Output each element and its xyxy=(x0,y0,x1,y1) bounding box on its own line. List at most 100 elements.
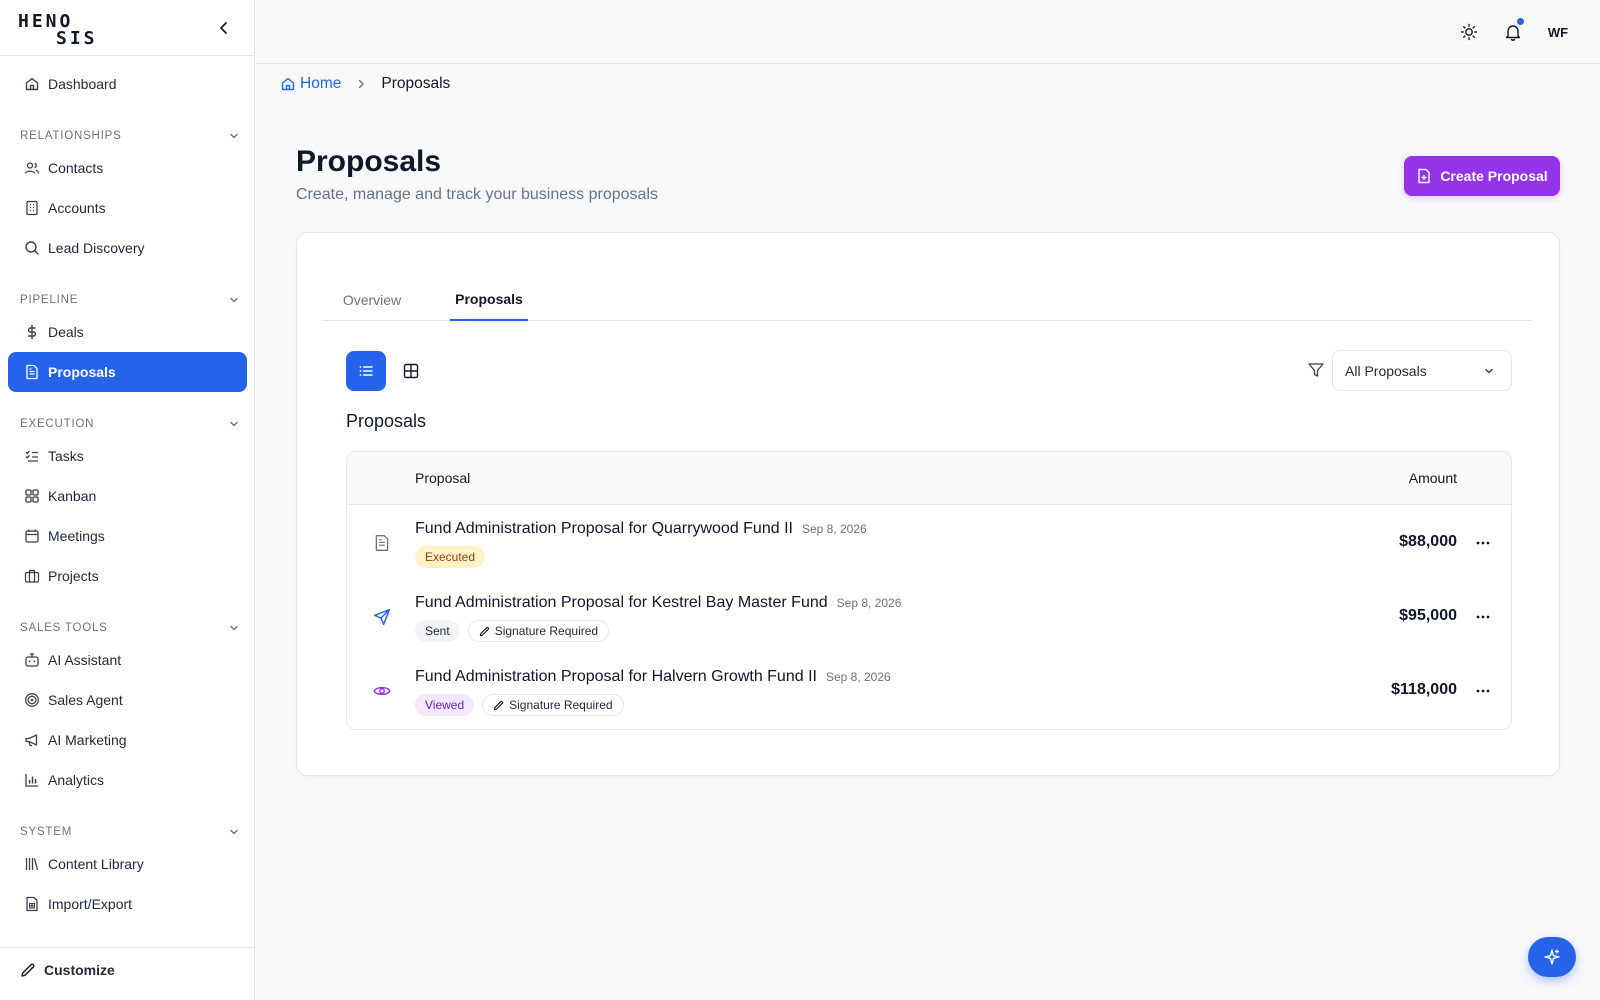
sidebar-item-sales-agent[interactable]: Sales Agent xyxy=(8,680,247,720)
sidebar-item-analytics[interactable]: Analytics xyxy=(8,760,247,800)
sparkles-icon xyxy=(1544,949,1560,965)
sidebar-item-contacts[interactable]: Contacts xyxy=(8,148,247,188)
page-title: Proposals xyxy=(296,145,442,178)
sidebar-item-deals[interactable]: Deals xyxy=(8,312,247,352)
sidebar-item-projects[interactable]: Projects xyxy=(8,556,247,596)
chevron-right-icon xyxy=(355,78,367,90)
sidebar-item-ai-marketing[interactable]: AI Marketing xyxy=(8,720,247,760)
section-sales-tools[interactable]: SALES TOOLS xyxy=(20,620,240,636)
proposal-amount: $118,000 xyxy=(1391,681,1457,698)
collapse-sidebar-button[interactable] xyxy=(214,18,234,38)
tab-proposals[interactable]: Proposals xyxy=(450,279,528,321)
sun-icon xyxy=(1460,23,1478,41)
briefcase-icon xyxy=(24,568,40,584)
proposal-name[interactable]: Fund Administration Proposal for Kestrel… xyxy=(415,594,828,612)
proposal-amount: $95,000 xyxy=(1399,607,1457,624)
sidebar-item-proposals[interactable]: Proposals xyxy=(8,352,247,392)
section-system[interactable]: SYSTEM xyxy=(20,824,240,840)
status-badge: Executed xyxy=(415,546,486,568)
pencil-icon xyxy=(21,963,35,977)
target-icon xyxy=(24,692,40,708)
section-label: EXECUTION xyxy=(20,418,95,430)
more-actions-button[interactable] xyxy=(1473,608,1493,626)
chevron-down-icon xyxy=(230,829,238,835)
grid-view-button[interactable] xyxy=(391,351,431,391)
user-avatar[interactable]: WF xyxy=(1542,16,1574,48)
brand-header: HENO SIS xyxy=(0,0,254,56)
list-icon xyxy=(359,366,373,376)
search-icon xyxy=(24,240,40,256)
more-actions-button[interactable] xyxy=(1473,534,1493,552)
signature-required-label: Signature Required xyxy=(509,698,613,712)
chevron-down-icon xyxy=(230,421,238,427)
sidebar-item-dashboard[interactable]: Dashboard xyxy=(8,64,247,104)
table-row[interactable]: Fund Administration Proposal for Quarryw… xyxy=(347,506,1511,580)
proposal-name[interactable]: Fund Administration Proposal for Halvern… xyxy=(415,668,817,686)
proposals-table: Proposal Amount Fund Administration Prop… xyxy=(346,451,1512,730)
proposal-title-group: Fund Administration Proposal for Quarryw… xyxy=(415,520,867,538)
send-icon xyxy=(373,608,391,626)
sidebar-item-label: Proposals xyxy=(48,364,116,380)
proposal-filter-select[interactable]: All Proposals xyxy=(1332,350,1512,391)
breadcrumb-home[interactable]: Home xyxy=(280,75,341,93)
section-label: SYSTEM xyxy=(20,826,73,838)
sidebar-footer: Customize xyxy=(0,947,255,1000)
create-proposal-button[interactable]: Create Proposal xyxy=(1404,156,1560,196)
dollar-icon xyxy=(24,324,40,340)
sidebar-item-label: Import/Export xyxy=(48,896,133,912)
more-actions-button[interactable] xyxy=(1473,682,1493,700)
badges: Executed xyxy=(415,546,493,568)
notifications-button[interactable] xyxy=(1501,18,1525,44)
proposal-name[interactable]: Fund Administration Proposal for Quarryw… xyxy=(415,520,793,538)
proposal-date: Sep 8, 2026 xyxy=(801,522,867,536)
badges: Viewed Signature Required xyxy=(415,694,632,716)
sidebar-item-label: Dashboard xyxy=(48,76,117,92)
table-grid-icon xyxy=(403,363,419,379)
tab-overview[interactable]: Overview xyxy=(332,279,412,321)
sidebar-item-kanban[interactable]: Kanban xyxy=(8,476,247,516)
filter-selected-value: All Proposals xyxy=(1345,362,1427,379)
section-execution[interactable]: EXECUTION xyxy=(20,416,240,432)
sidebar-item-label: Content Library xyxy=(48,856,144,872)
column-header-proposal: Proposal xyxy=(415,470,471,486)
ai-assistant-fab[interactable] xyxy=(1528,937,1576,977)
more-horizontal-icon xyxy=(1476,615,1490,619)
list-view-button[interactable] xyxy=(346,351,386,391)
sidebar-item-import-export[interactable]: Import/Export xyxy=(8,884,247,924)
home-icon xyxy=(24,76,40,92)
column-header-amount: Amount xyxy=(1408,470,1457,486)
proposal-title-group: Fund Administration Proposal for Halvern… xyxy=(415,668,891,686)
pencil-icon xyxy=(479,626,490,637)
sidebar-item-label: Contacts xyxy=(48,160,104,176)
signature-required-badge: Signature Required xyxy=(482,694,624,716)
library-icon xyxy=(24,856,40,872)
section-pipeline[interactable]: PIPELINE xyxy=(20,292,240,308)
sidebar-item-ai-assistant[interactable]: AI Assistant xyxy=(8,640,247,680)
sidebar-item-accounts[interactable]: Accounts xyxy=(8,188,247,228)
megaphone-icon xyxy=(24,732,40,748)
section-label: PIPELINE xyxy=(20,294,79,306)
signature-required-badge: Signature Required xyxy=(467,620,610,642)
section-relationships[interactable]: RELATIONSHIPS xyxy=(20,128,240,144)
status-badge: Viewed xyxy=(415,694,475,716)
customize-button[interactable]: Customize xyxy=(20,962,115,978)
section-label: SALES TOOLS xyxy=(20,622,108,634)
sidebar-item-content-library[interactable]: Content Library xyxy=(8,844,247,884)
proposal-amount: $88,000 xyxy=(1399,533,1457,550)
file-plus-icon xyxy=(1416,168,1432,184)
notification-dot xyxy=(1517,18,1524,25)
proposal-date: Sep 8, 2026 xyxy=(825,670,891,684)
document-icon xyxy=(24,364,40,380)
document-icon xyxy=(373,534,391,552)
table-row[interactable]: Fund Administration Proposal for Kestrel… xyxy=(347,580,1511,654)
theme-toggle-button[interactable] xyxy=(1457,20,1481,44)
sidebar-item-label: Accounts xyxy=(48,200,106,216)
logo[interactable]: HENO SIS xyxy=(18,11,100,49)
sidebar-item-meetings[interactable]: Meetings xyxy=(8,516,247,556)
sidebar-item-lead-discovery[interactable]: Lead Discovery xyxy=(8,228,247,268)
users-icon xyxy=(24,160,40,176)
more-horizontal-icon xyxy=(1476,541,1490,545)
table-row[interactable]: Fund Administration Proposal for Halvern… xyxy=(347,654,1511,728)
sidebar-item-tasks[interactable]: Tasks xyxy=(8,436,247,476)
customize-label: Customize xyxy=(44,962,115,978)
